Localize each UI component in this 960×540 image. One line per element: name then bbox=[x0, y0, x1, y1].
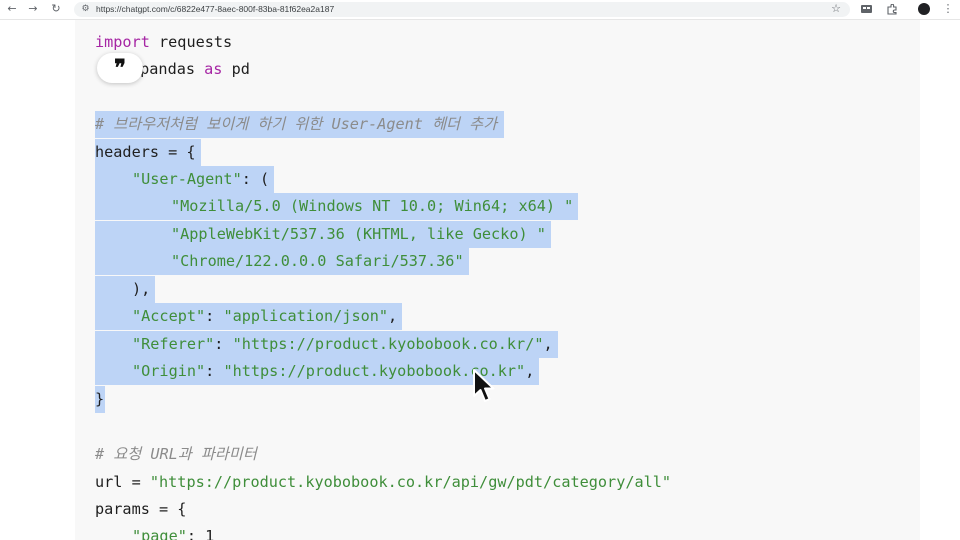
back-arrow-icon[interactable]: ← bbox=[5, 2, 19, 16]
url-text[interactable]: https://chatgpt.com/c/6822e477-8aec-800f… bbox=[96, 3, 334, 16]
code-line-url: url = "https://product.kyobobook.co.kr/a… bbox=[95, 473, 672, 491]
code-line-ua-webkit: "AppleWebKit/537.36 (KHTML, like Gecko) … bbox=[95, 221, 551, 249]
code-line-page: "page": 1 bbox=[132, 527, 215, 540]
reload-icon[interactable]: ↻ bbox=[49, 2, 63, 16]
forward-arrow-icon[interactable]: → bbox=[26, 2, 40, 16]
code-line-ua-close: ), bbox=[95, 276, 156, 304]
code-line-params-open: params = { bbox=[95, 500, 187, 518]
quote-icon: ❞ bbox=[114, 55, 126, 81]
browser-toolbar: ← → ↻ ⚙ https://chatgpt.com/c/6822e477-8… bbox=[0, 0, 960, 20]
code-line-headers-close: } bbox=[95, 386, 106, 414]
code-line-user-agent: "User-Agent": ( bbox=[95, 166, 275, 194]
quote-reply-button[interactable]: ❞ bbox=[97, 53, 143, 83]
chat-content: import requests pandas as pd # 브라우저처럼 보이… bbox=[0, 20, 960, 540]
site-settings-icon[interactable]: ⚙ bbox=[80, 4, 91, 15]
address-bar[interactable]: ⚙ https://chatgpt.com/c/6822e477-8aec-80… bbox=[74, 2, 850, 17]
kebab-menu-icon[interactable]: ⋮ bbox=[941, 2, 955, 16]
bookmark-star-icon[interactable]: ☆ bbox=[829, 2, 843, 16]
code-line-headers-open: headers = { bbox=[95, 139, 201, 167]
code-line-import-pandas: pandas as pd bbox=[131, 60, 250, 78]
code-line-comment-url: # 요청 URL과 파라미터 bbox=[95, 445, 257, 463]
code-line-ua-mozilla: "Mozilla/5.0 (Windows NT 10.0; Win64; x6… bbox=[95, 193, 579, 221]
avatar[interactable] bbox=[918, 3, 930, 15]
mouse-pointer-icon bbox=[473, 369, 495, 402]
code-line-accept: "Accept": "application/json", bbox=[95, 303, 403, 331]
extension-icon[interactable] bbox=[859, 2, 873, 16]
code-line-referer: "Referer": "https://product.kyobobook.co… bbox=[95, 331, 558, 359]
code-line-ua-chrome: "Chrome/122.0.0.0 Safari/537.36" bbox=[95, 248, 469, 276]
puzzle-icon[interactable] bbox=[885, 2, 899, 16]
code-line-comment-headers: # 브라우저처럼 보이게 하기 위한 User-Agent 헤더 추가 bbox=[95, 111, 505, 139]
